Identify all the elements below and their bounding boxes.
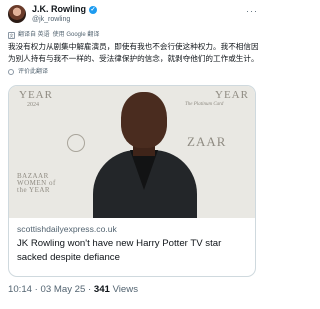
tweet-date[interactable]: 03 May 25 [41, 284, 86, 295]
meta-separator: · [32, 284, 41, 295]
tweet-text: 我没有权力从剧集中解雇演员，即使有我也不会行使这种权力。我不相信因为别人持有与我… [8, 42, 259, 63]
avatar[interactable] [8, 5, 26, 23]
feedback-icon [8, 69, 14, 75]
link-card-title[interactable]: JK Rowling won't have new Harry Potter T… [17, 237, 249, 265]
author-handle[interactable]: @jk_rowling [32, 15, 70, 24]
backdrop-text-platinum: The Platinum Card [185, 102, 224, 107]
link-card[interactable]: YEAR 2024 BAZAAR WOMEN of the YEAR YEAR … [8, 85, 256, 277]
backdrop-text-bazaar: BAZAAR WOMEN of the YEAR [17, 172, 56, 194]
translation-source: 使用 Google 翻译 [52, 32, 100, 38]
translation-notice: 文 翻译自 英语 使用 Google 翻译 [8, 31, 99, 39]
rate-translation-label: 评价此翻译 [18, 69, 49, 75]
tweet-time[interactable]: 10:14 [8, 284, 32, 295]
tweet-meta: 10:14 · 03 May 25 · 341 Views [8, 283, 138, 297]
award-seal [67, 134, 85, 152]
person-head [121, 92, 167, 148]
author-name-row: J.K. Rowling ✓ [32, 4, 97, 15]
meta-separator-2: · [85, 284, 94, 295]
backdrop-text-year-number: 2024 [27, 102, 39, 108]
rate-translation[interactable]: 评价此翻译 [8, 68, 48, 76]
link-card-domain[interactable]: scottishdailyexpress.co.uk [17, 223, 117, 235]
backdrop-text-bazaar-right: ZAAR [187, 134, 227, 149]
link-card-image[interactable]: YEAR 2024 BAZAAR WOMEN of the YEAR YEAR … [9, 86, 255, 218]
translate-icon: 文 [8, 31, 15, 39]
backdrop-text-year: YEAR [19, 89, 53, 101]
backdrop-text-year-right: YEAR [215, 89, 249, 101]
tweet-header: J.K. Rowling ✓ @jk_rowling ··· [8, 4, 258, 26]
translation-label: 翻译自 英语 [18, 32, 50, 38]
views-label: Views [109, 284, 138, 295]
verified-badge-icon: ✓ [89, 5, 97, 14]
author-name[interactable]: J.K. Rowling [32, 4, 86, 15]
views-count: 341 [93, 284, 110, 295]
more-icon[interactable]: ··· [246, 6, 258, 16]
